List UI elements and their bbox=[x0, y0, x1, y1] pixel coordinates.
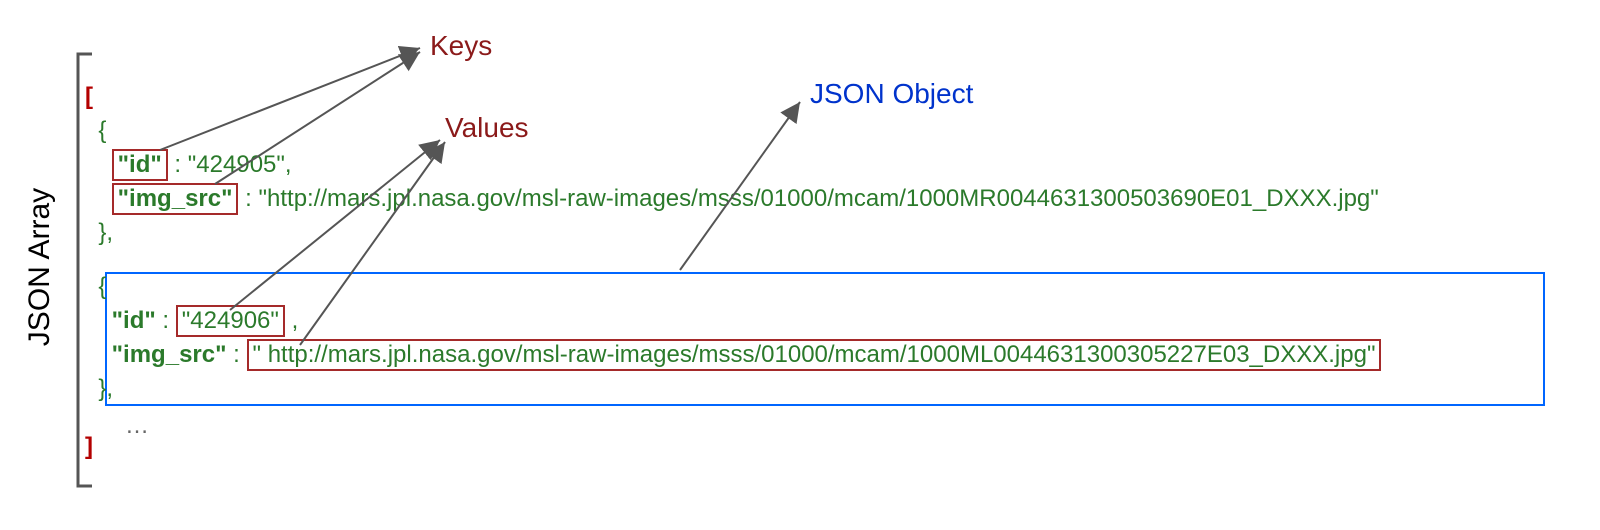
comma: , bbox=[285, 151, 292, 179]
indent bbox=[85, 219, 98, 247]
obj1-line-img: "img_src" : "http://mars.jpl.nasa.gov/ms… bbox=[85, 182, 1381, 216]
indent bbox=[85, 341, 112, 369]
indent bbox=[85, 273, 98, 301]
obj1-key-img: "img_src" bbox=[118, 185, 233, 212]
keys-label: Keys bbox=[430, 30, 492, 62]
indent bbox=[85, 151, 112, 179]
colon: : bbox=[238, 185, 258, 213]
obj1-key-id-box: "id" bbox=[112, 149, 168, 181]
obj2-key-img: "img_src" bbox=[112, 341, 227, 369]
brace-close: }, bbox=[98, 375, 113, 403]
keys-label-text: Keys bbox=[430, 30, 492, 61]
indent bbox=[85, 375, 98, 403]
brace-open: { bbox=[98, 117, 106, 145]
close-bracket: ] bbox=[85, 433, 93, 461]
obj2-line-id: "id" : "424906" , bbox=[85, 304, 1381, 338]
obj2-val-img: " http://mars.jpl.nasa.gov/msl-raw-image… bbox=[253, 341, 1376, 368]
ellipsis: … bbox=[125, 412, 149, 440]
obj2-line-img: "img_src" : " http://mars.jpl.nasa.gov/m… bbox=[85, 338, 1381, 372]
obj1-line-id: "id" : "424905" , bbox=[85, 148, 1381, 182]
spacer bbox=[85, 250, 1381, 270]
indent bbox=[85, 117, 98, 145]
brace-close: }, bbox=[98, 219, 113, 247]
open-bracket: [ bbox=[85, 83, 93, 111]
obj2-close: }, bbox=[85, 372, 1381, 406]
space bbox=[285, 307, 292, 335]
diagram-canvas: JSON Array Keys Values JSON Object [ { "… bbox=[0, 0, 1600, 530]
label-text: JSON Array bbox=[23, 188, 56, 346]
brace-open: { bbox=[98, 273, 106, 301]
obj2-val-id: "424906" bbox=[182, 307, 279, 334]
json-array-label: JSON Array bbox=[23, 188, 57, 346]
obj1-key-id: "id" bbox=[118, 151, 162, 178]
close-bracket-line: ] bbox=[85, 430, 1381, 464]
obj2-val-img-box: " http://mars.jpl.nasa.gov/msl-raw-image… bbox=[247, 339, 1382, 371]
colon: : bbox=[168, 151, 188, 179]
obj2-key-id: "id" bbox=[112, 307, 156, 335]
obj1-val-img: "http://mars.jpl.nasa.gov/msl-raw-images… bbox=[259, 185, 1379, 213]
code-area: [ { "id" : "424905" , "img_src" : "http:… bbox=[85, 80, 1381, 464]
obj2-open: { bbox=[85, 270, 1381, 304]
colon: : bbox=[156, 307, 176, 335]
comma: , bbox=[292, 307, 299, 335]
obj2-val-id-box: "424906" bbox=[176, 305, 285, 337]
obj1-close: }, bbox=[85, 216, 1381, 250]
obj1-val-id: "424905" bbox=[188, 151, 285, 179]
colon: : bbox=[226, 341, 246, 369]
obj1-key-img-box: "img_src" bbox=[112, 183, 239, 215]
open-bracket-line: [ bbox=[85, 80, 1381, 114]
indent bbox=[85, 307, 112, 335]
indent bbox=[85, 185, 112, 213]
obj1-open: { bbox=[85, 114, 1381, 148]
